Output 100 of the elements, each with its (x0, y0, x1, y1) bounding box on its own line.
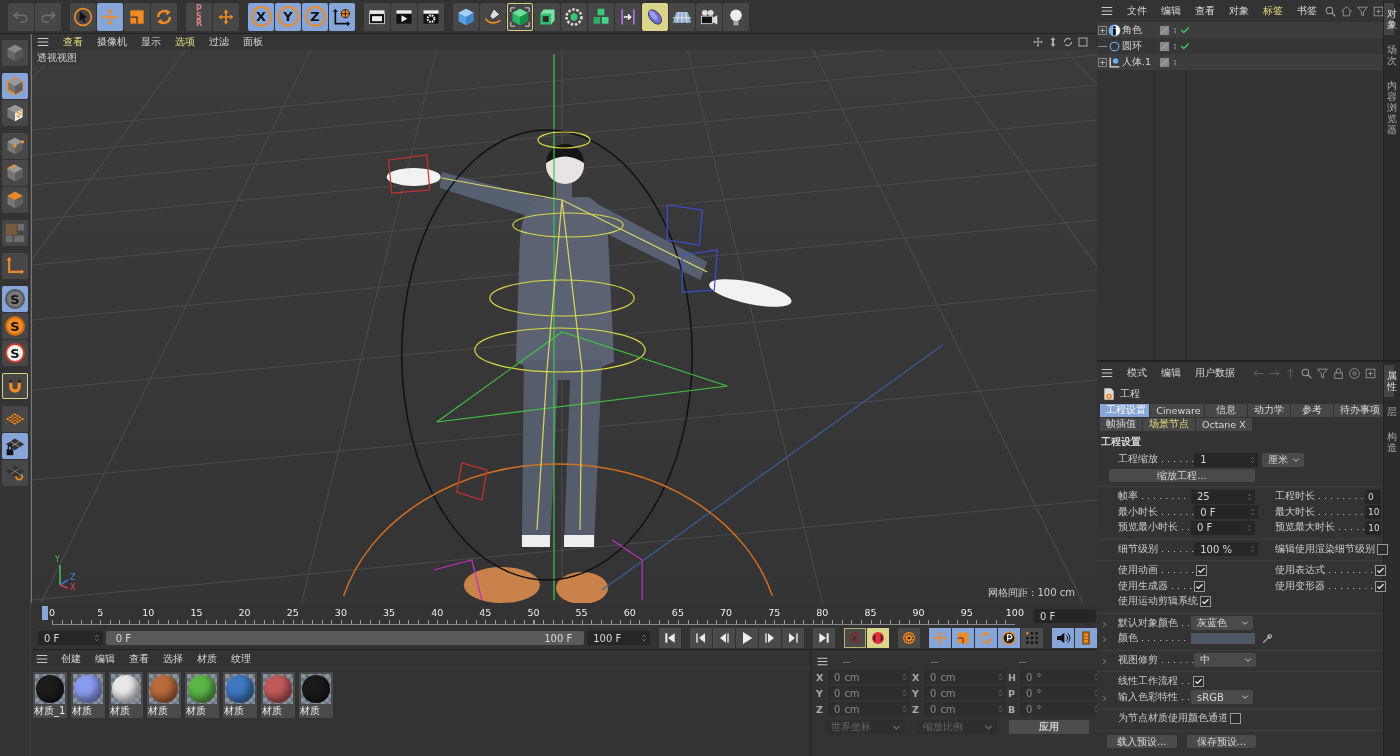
end-frame-field[interactable]: 100 F (587, 631, 650, 645)
number-field[interactable]: 0 F (1191, 520, 1255, 535)
view-nav-button[interactable] (1062, 36, 1074, 48)
checkbox[interactable] (1375, 565, 1387, 577)
eyedropper-button[interactable] (1261, 632, 1274, 646)
material-swatch[interactable]: 材质 (71, 672, 105, 718)
tool-button[interactable] (669, 2, 695, 31)
chevron-right-icon[interactable] (1101, 693, 1108, 703)
scale-project-button[interactable]: 缩放工程... (1109, 468, 1255, 482)
tool-button[interactable] (588, 2, 614, 31)
object-row[interactable]: 人体.1 (1097, 54, 1383, 70)
view-nav-button[interactable] (1077, 36, 1089, 48)
tool-button[interactable] (696, 2, 722, 31)
dropdown[interactable]: sRGB (1191, 690, 1253, 705)
playback-button[interactable] (844, 628, 866, 648)
tool-button[interactable] (2, 100, 28, 126)
menu-item[interactable]: 对象 (1222, 4, 1256, 18)
material-swatch[interactable]: 材质 (185, 672, 219, 718)
playback-button[interactable] (813, 628, 835, 648)
toolbar-button[interactable] (1356, 4, 1369, 18)
playback-button[interactable] (759, 628, 781, 648)
coordinate-field[interactable]: 0 cm (828, 702, 910, 716)
toolbar-button[interactable] (1332, 366, 1345, 380)
coordinate-field[interactable]: 0 cm (924, 702, 1006, 716)
coordinate-field[interactable]: 0 cm (828, 670, 910, 684)
tool-button[interactable] (561, 2, 587, 31)
checkbox[interactable] (1196, 565, 1208, 577)
menu-item[interactable]: 文件 (1120, 4, 1154, 18)
tab[interactable]: 参考 (1290, 404, 1333, 417)
playback-button[interactable] (867, 628, 889, 648)
playback-button[interactable] (1052, 628, 1074, 648)
tool-button[interactable] (391, 2, 417, 31)
menu-item[interactable]: 标签 (1256, 4, 1290, 18)
tool-button[interactable]: Z (302, 2, 328, 31)
checkbox[interactable] (1193, 676, 1204, 688)
menu-item[interactable]: 查看 (1188, 4, 1222, 18)
material-swatch[interactable]: 材质 (261, 672, 295, 718)
tool-button[interactable] (534, 2, 560, 31)
toolbar-button[interactable] (1340, 4, 1353, 18)
tool-button[interactable] (723, 2, 749, 31)
number-field[interactable]: 25 (1191, 489, 1255, 504)
checkbox[interactable] (1200, 596, 1211, 608)
toolbar-button[interactable] (1316, 366, 1329, 380)
menu-item[interactable]: 选项 (168, 35, 202, 49)
menu-button[interactable] (1100, 4, 1114, 18)
chevron-right-icon[interactable] (1101, 619, 1108, 629)
number-field[interactable]: 10 (1365, 505, 1381, 520)
toolbar-button[interactable] (1364, 366, 1377, 380)
menu-item[interactable]: 纹理 (224, 651, 258, 666)
tool-button[interactable]: S (2, 340, 28, 366)
dropdown[interactable]: 灰蓝色 (1191, 616, 1253, 631)
menu-item[interactable]: 显示 (134, 35, 168, 49)
tab[interactable]: 帧插值 (1100, 418, 1142, 431)
menu-item[interactable]: 模式 (1120, 366, 1154, 380)
coordinate-field[interactable]: 0 cm (924, 670, 1006, 684)
chevron-right-icon[interactable] (1101, 635, 1108, 644)
menu-item[interactable]: 用户数据 (1188, 366, 1242, 380)
material-swatch[interactable]: 材质 (223, 672, 257, 718)
menu-button[interactable] (36, 35, 50, 49)
menu-item[interactable]: 编辑 (1154, 4, 1188, 18)
tool-button[interactable] (329, 2, 355, 31)
playback-button[interactable] (782, 628, 804, 648)
dropdown[interactable]: 中 (1194, 653, 1257, 668)
tool-button[interactable] (480, 2, 506, 31)
apply-button[interactable]: 应用 (1009, 720, 1089, 734)
tool-button[interactable] (453, 2, 479, 31)
frame-field[interactable]: 0 F (1034, 609, 1096, 623)
tool-button[interactable] (418, 2, 444, 31)
material-swatch[interactable]: 材质_1 (33, 672, 67, 718)
tool-button[interactable] (2, 433, 28, 459)
expand-toggle[interactable] (1098, 57, 1107, 67)
coordinate-field[interactable]: 0 cm (828, 686, 910, 700)
color-swatch[interactable] (1191, 633, 1255, 645)
unit-dropdown[interactable]: 厘米 (1262, 452, 1305, 467)
view-nav-button[interactable] (1032, 36, 1044, 48)
playback-button[interactable] (690, 628, 712, 648)
menu-item[interactable]: 摄像机 (90, 35, 134, 49)
chevron-right-icon[interactable] (1101, 656, 1108, 666)
tool-button[interactable] (364, 2, 390, 31)
tab[interactable]: Cineware (1150, 404, 1204, 417)
toolbar-button[interactable] (1372, 4, 1385, 18)
tab[interactable]: 场景节点 (1143, 418, 1195, 431)
tool-button[interactable]: S (2, 286, 28, 312)
menu-item[interactable]: 查看 (122, 651, 156, 666)
checkbox[interactable] (1230, 713, 1241, 725)
preset-button[interactable]: 保存预设... (1186, 734, 1257, 748)
toolbar-button[interactable] (1300, 366, 1313, 380)
coordinate-field[interactable]: 0 cm (924, 686, 1006, 700)
menu-item[interactable]: 创建 (54, 651, 88, 666)
checkbox[interactable] (1377, 543, 1388, 555)
toolbar-button[interactable] (1324, 4, 1337, 18)
tab[interactable]: 信息 (1204, 404, 1247, 417)
tab[interactable]: Octane X (1196, 418, 1252, 431)
checkbox[interactable] (1194, 580, 1206, 592)
playback-button[interactable] (659, 628, 681, 648)
start-frame-field[interactable]: 0 F (38, 631, 103, 645)
playback-button[interactable] (713, 628, 735, 648)
menu-button[interactable] (1100, 366, 1114, 380)
tool-button[interactable]: X (248, 2, 274, 31)
expand-toggle[interactable] (1098, 25, 1107, 35)
